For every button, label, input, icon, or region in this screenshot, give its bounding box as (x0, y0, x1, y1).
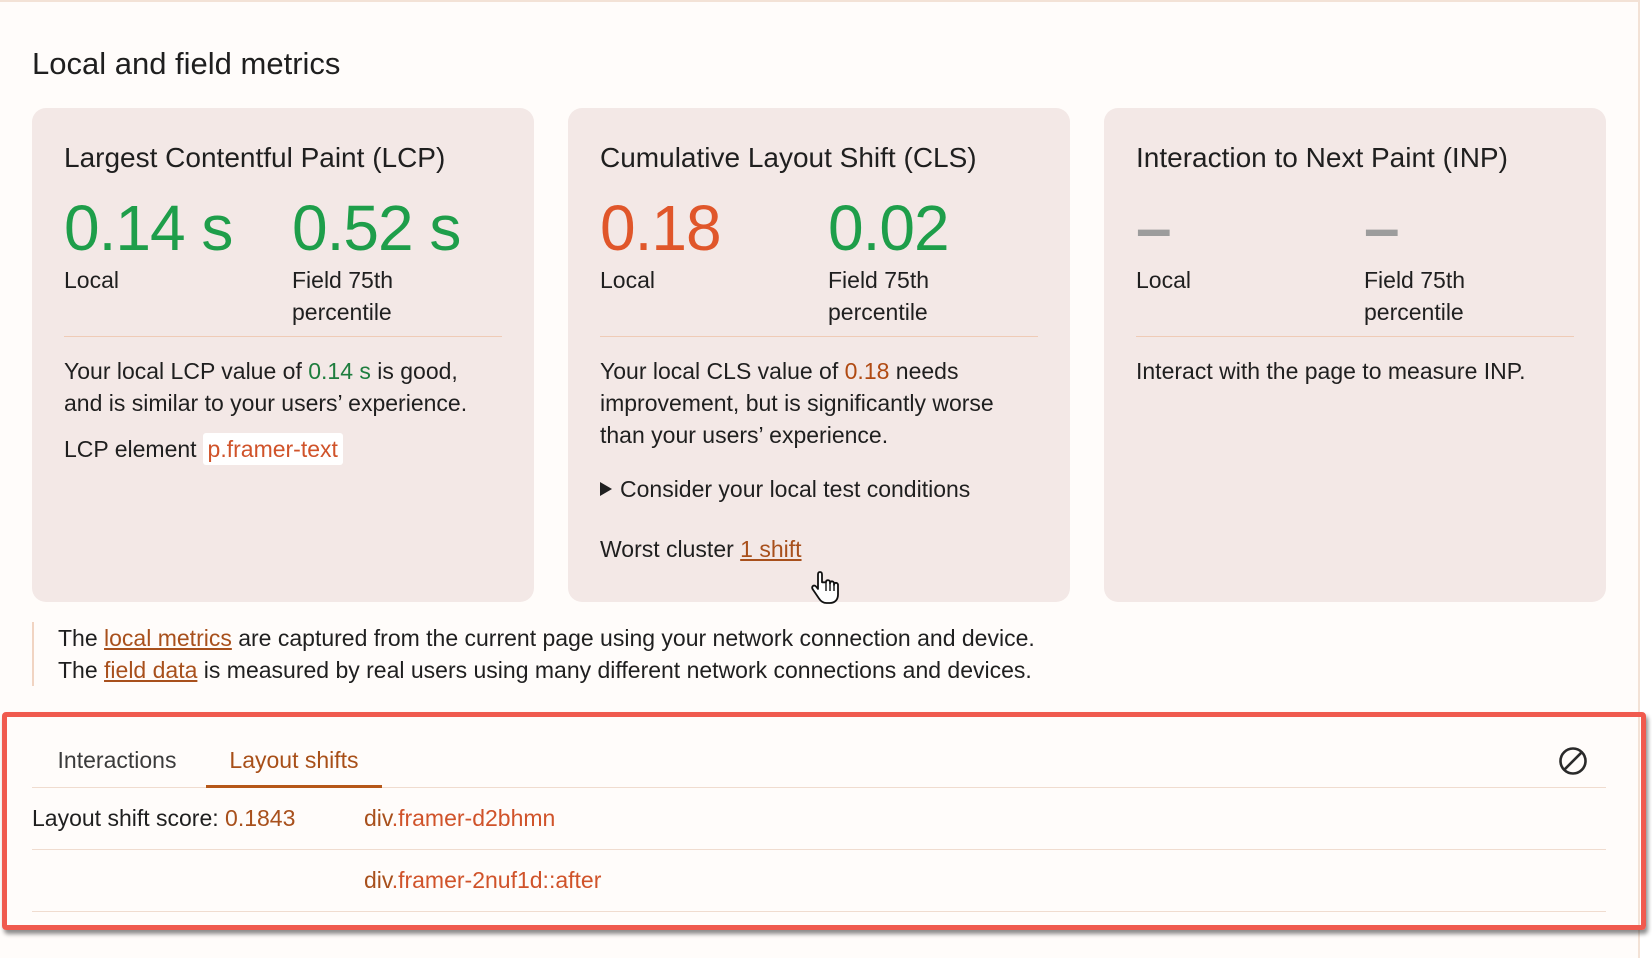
notes-line1-prefix: The (58, 625, 105, 651)
cls-values: 0.18 Local 0.02 Field 75th percentile (600, 192, 1038, 325)
notes-line2-prefix: The (58, 657, 105, 683)
consider-conditions-label: Consider your local test conditions (620, 476, 971, 502)
inp-title: Interaction to Next Paint (INP) (1136, 142, 1508, 173)
worst-cluster-row: Worst cluster 1 shift (600, 533, 1038, 565)
notes-line1-suffix: are captured from the current page using… (231, 625, 1035, 651)
inp-description: Interact with the page to measure INP. (1136, 358, 1526, 384)
lcp-desc-value: 0.14 s (308, 358, 371, 384)
inp-field: – Field 75th percentile (1364, 192, 1564, 328)
lcp-field-value: 0.52 s (292, 192, 461, 264)
cls-divider (600, 336, 1038, 337)
lcp-description: Your local LCP value of 0.14 s is good, … (64, 355, 502, 419)
lcp-local-label: Local (64, 267, 119, 293)
cls-description: Your local CLS value of 0.18 needs impro… (600, 355, 1038, 451)
worst-cluster-link[interactable]: 1 shift (740, 536, 801, 562)
cls-desc-prefix: Your local CLS value of (600, 358, 845, 384)
lcp-desc-prefix: Your local LCP value of (64, 358, 309, 384)
cls-desc-value: 0.18 (844, 358, 890, 384)
inp-local-label: Local (1136, 267, 1191, 293)
consider-conditions-toggle[interactable]: Consider your local test conditions (600, 473, 1038, 505)
worst-cluster-label: Worst cluster (600, 536, 734, 562)
highlight-box (2, 712, 1646, 930)
field-data-link[interactable]: field data (104, 657, 197, 683)
inp-field-value: – (1364, 192, 1400, 264)
lcp-element-node[interactable]: p.framer-text (202, 433, 343, 465)
cls-title: Cumulative Layout Shift (CLS) (600, 142, 977, 173)
cls-field: 0.02 Field 75th percentile (828, 192, 1028, 328)
lcp-values: 0.14 s Local 0.52 s Field 75th percentil… (64, 192, 502, 325)
inp-field-label: Field 75th percentile (1364, 267, 1466, 325)
lcp-divider (64, 336, 502, 337)
lcp-card: Largest Contentful Paint (LCP) 0.14 s Lo… (32, 108, 534, 602)
inp-local: – Local (1136, 192, 1336, 296)
inp-divider (1136, 336, 1574, 337)
notes-line2-suffix: is measured by real users using many dif… (197, 657, 1032, 683)
inp-local-value: – (1136, 192, 1172, 264)
cls-field-value: 0.02 (828, 192, 950, 264)
lcp-local-value: 0.14 s (64, 192, 233, 264)
metrics-notes: The local metrics are captured from the … (32, 622, 1212, 686)
cls-card: Cumulative Layout Shift (CLS) 0.18 Local… (568, 108, 1070, 602)
hand-pointer-cursor-icon (811, 571, 839, 604)
lcp-field: 0.52 s Field 75th percentile (292, 192, 492, 328)
inp-values: – Local – Field 75th percentile (1136, 192, 1574, 325)
lcp-local: 0.14 s Local (64, 192, 264, 296)
notes-line-local: The local metrics are captured from the … (58, 622, 1212, 654)
inp-card: Interaction to Next Paint (INP) – Local … (1104, 108, 1606, 602)
lcp-element-label: LCP element (64, 436, 197, 462)
lcp-field-label: Field 75th percentile (292, 267, 394, 325)
local-metrics-link[interactable]: local metrics (104, 625, 232, 651)
notes-line-field: The field data is measured by real users… (58, 654, 1212, 686)
cls-local-label: Local (600, 267, 655, 293)
cls-field-label: Field 75th percentile (828, 267, 930, 325)
metric-cards: Largest Contentful Paint (LCP) 0.14 s Lo… (32, 108, 1606, 602)
cls-local-value: 0.18 (600, 192, 722, 264)
disclosure-triangle-icon (600, 482, 612, 496)
lcp-title: Largest Contentful Paint (LCP) (64, 142, 446, 173)
lcp-element-row: LCP element p.framer-text (64, 433, 502, 465)
cls-local: 0.18 Local (600, 192, 800, 296)
section-title: Local and field metrics (32, 46, 341, 81)
